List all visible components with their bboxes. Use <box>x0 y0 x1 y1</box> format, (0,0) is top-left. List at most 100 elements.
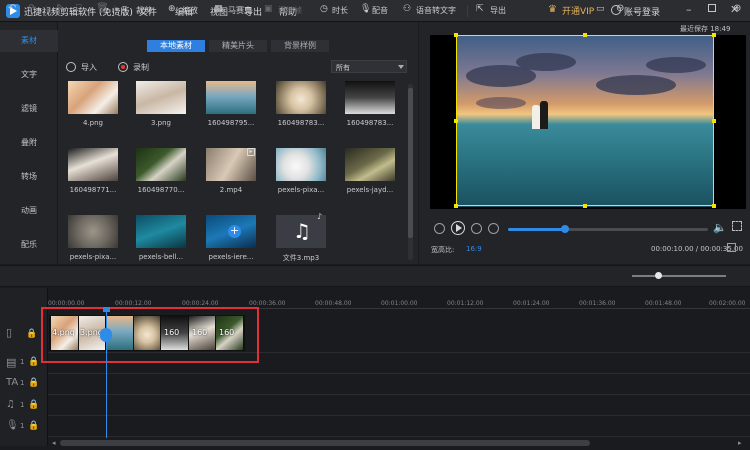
sidebar-item-filter[interactable]: 滤镜 <box>0 98 58 120</box>
volume-icon[interactable]: 🔈 <box>713 221 727 234</box>
prev-frame-icon[interactable] <box>434 223 445 234</box>
timeline-zoom-slider[interactable] <box>632 275 726 277</box>
fit-icon[interactable]: ▭ <box>596 4 605 14</box>
expand-icon[interactable] <box>732 221 742 231</box>
media-thumb-4[interactable] <box>276 81 326 114</box>
speech-to-text-button[interactable]: 语音转文字 <box>416 5 456 16</box>
mic-track-icon: 🎙 <box>6 420 19 431</box>
preview-selection-box[interactable] <box>456 35 714 206</box>
sidebar-item-animation[interactable]: 动画 <box>0 200 58 222</box>
aspect-ratio-value[interactable]: 16:9 <box>466 245 482 253</box>
dub-button[interactable]: 配音 <box>372 5 388 16</box>
media-label-1: 4.png <box>82 119 103 127</box>
redo-icon[interactable]: ↷ <box>28 3 36 14</box>
media-label-13: pexels-iere... <box>208 253 254 261</box>
filter-select[interactable]: 所有 <box>331 60 407 73</box>
resize-handle[interactable] <box>712 204 716 208</box>
export-icon[interactable]: ⇱ <box>476 4 484 14</box>
sidebar-item-text[interactable]: 文字 <box>0 64 58 86</box>
add-frame-icon[interactable]: ▣ <box>264 4 273 14</box>
minimize-icon[interactable]: – <box>686 3 692 16</box>
lock-icon[interactable]: 🔒 <box>28 421 39 431</box>
seek-handle[interactable] <box>561 225 569 233</box>
resize-handle[interactable] <box>583 33 587 37</box>
tab-intros[interactable]: 精美片头 <box>209 40 267 52</box>
resize-handle[interactable] <box>454 204 458 208</box>
resize-handle[interactable] <box>712 33 716 37</box>
media-thumb-1[interactable] <box>68 81 118 114</box>
next-frame-icon[interactable] <box>471 223 482 234</box>
export-button[interactable]: 导出 <box>490 5 506 16</box>
speech-icon[interactable]: ⚇ <box>403 4 411 14</box>
tab-backgrounds[interactable]: 背景样例 <box>271 40 329 52</box>
resize-handle[interactable] <box>712 119 716 123</box>
media-thumb-13[interactable]: + <box>206 215 256 248</box>
sidebar-item-transition[interactable]: 转场 <box>0 166 58 188</box>
lock-icon[interactable]: 🔒 <box>28 378 39 388</box>
record-icon[interactable] <box>118 62 128 72</box>
media-thumb-5[interactable] <box>345 81 395 114</box>
scroll-right-icon[interactable]: ▸ <box>738 439 742 447</box>
edit-icon[interactable]: ✎ <box>56 3 64 14</box>
delete-icon[interactable]: 🗑 <box>96 3 109 14</box>
split-icon[interactable]: ⌸ <box>76 3 82 14</box>
scroll-left-icon[interactable]: ◂ <box>52 439 56 447</box>
clock-icon[interactable]: ◷ <box>320 4 328 14</box>
crop-icon[interactable]: ⌗ <box>122 4 127 14</box>
stop-icon[interactable] <box>488 223 499 234</box>
media-label-10: pexels-jayd... <box>346 186 394 194</box>
timeline-scrollbar[interactable] <box>60 440 590 446</box>
lock-icon[interactable]: 🔒 <box>26 329 37 339</box>
import-icon[interactable] <box>66 62 76 72</box>
sidebar-item-material[interactable]: 素材 <box>0 30 58 52</box>
playhead-handle[interactable] <box>100 328 112 342</box>
resize-handle[interactable] <box>454 33 458 37</box>
ruler-tick: 00:01:00.00 <box>381 300 418 307</box>
media-thumb-10[interactable] <box>345 148 395 181</box>
media-label-4: 160498783... <box>277 119 325 127</box>
mosaic-button[interactable]: 马赛克 <box>228 5 252 16</box>
chevron-down-icon <box>398 65 404 69</box>
media-thumb-7[interactable] <box>136 148 186 181</box>
media-thumb-9[interactable] <box>276 148 326 181</box>
sidebar-item-overlay[interactable]: 叠附 <box>0 132 58 154</box>
vip-button[interactable]: 开通VIP <box>562 4 594 17</box>
lock-icon[interactable]: 🔒 <box>28 400 39 410</box>
sidebar-item-music[interactable]: 配乐 <box>0 234 58 256</box>
tab-local-media[interactable]: 本地素材 <box>147 40 205 52</box>
lock-icon[interactable]: 🔒 <box>28 357 39 367</box>
crop-button[interactable]: 裁剪 <box>136 5 152 16</box>
toolbar-divider <box>467 5 468 17</box>
maximize-icon[interactable] <box>708 4 716 12</box>
timeline-zoom-handle[interactable] <box>655 272 662 279</box>
media-thumb-12[interactable] <box>136 215 186 248</box>
import-button[interactable]: 导入 <box>81 62 97 73</box>
zoom-button[interactable]: 缩放 <box>182 5 198 16</box>
media-thumb-3[interactable] <box>206 81 256 114</box>
undo-icon[interactable]: ↶ <box>8 3 16 14</box>
add-frame-button[interactable]: 添帧帧 <box>278 5 302 16</box>
media-label-2: 3.png <box>150 119 171 127</box>
media-label-9: pexels-pixa... <box>277 186 325 194</box>
track-number: 1 <box>20 358 25 366</box>
zoom-tool-icon[interactable]: ⊕ <box>168 4 176 14</box>
media-thumb-11[interactable] <box>68 215 118 248</box>
track-number: 1 <box>20 422 25 430</box>
fullscreen-icon[interactable] <box>727 243 736 252</box>
playhead-marker[interactable] <box>103 307 110 312</box>
library-scroll-thumb[interactable] <box>408 88 413 238</box>
duration-button[interactable]: 时长 <box>332 5 348 16</box>
record-button[interactable]: 录制 <box>133 62 149 73</box>
media-label-3: 160498795... <box>207 119 255 127</box>
mosaic-icon[interactable]: ▦ <box>214 4 223 14</box>
media-thumb-2[interactable] <box>136 81 186 114</box>
zoom-out-icon[interactable]: ⊖ <box>616 3 624 14</box>
resize-handle[interactable] <box>583 204 587 208</box>
add-to-timeline-icon[interactable]: + <box>228 225 241 238</box>
video-track-icon: ▯ <box>6 326 13 339</box>
resize-handle[interactable] <box>454 119 458 123</box>
microphone-icon[interactable]: 🎙 <box>360 4 371 14</box>
zoom-in-icon[interactable]: ⊕ <box>733 3 741 14</box>
login-button[interactable]: 账号登录 <box>624 5 660 18</box>
media-thumb-6[interactable] <box>68 148 118 181</box>
